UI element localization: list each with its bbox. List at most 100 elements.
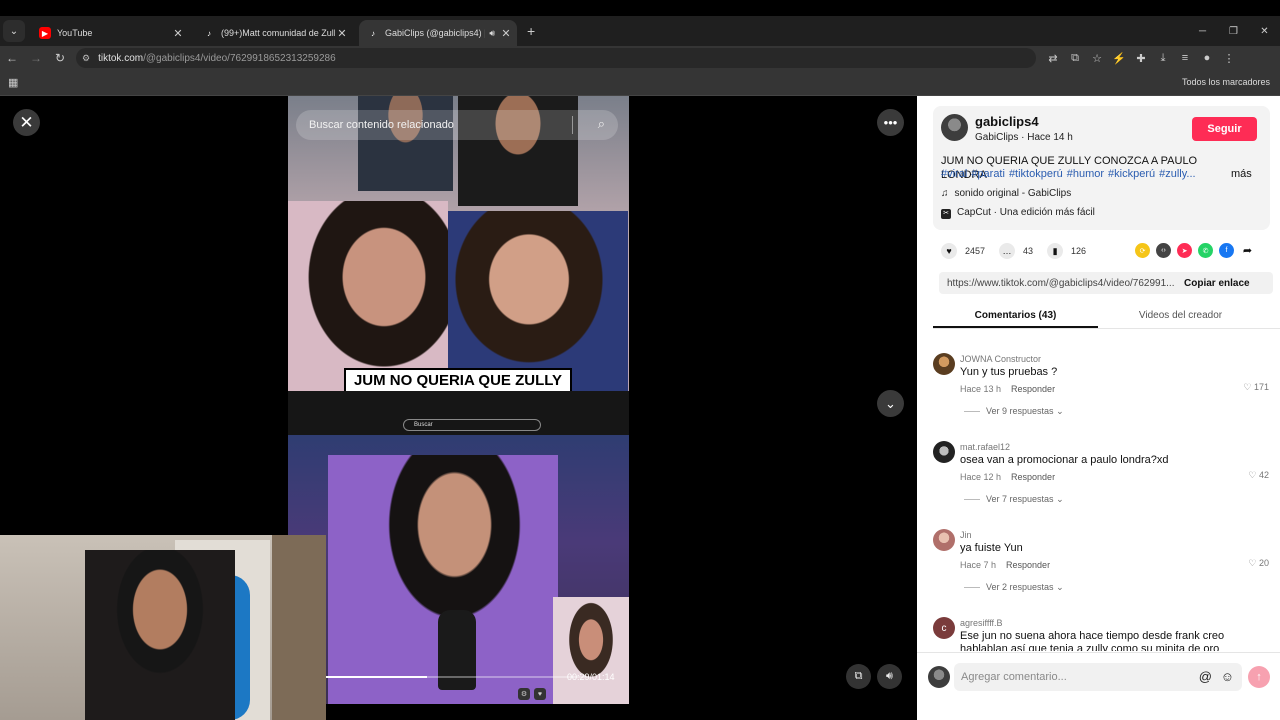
commenter-avatar[interactable]: [933, 441, 955, 463]
comment-text: ya fuiste Yun: [960, 542, 1023, 554]
comment-list: JOWNA Constructor Yun y tus pruebas ? Ha…: [933, 351, 1273, 651]
whatsapp-icon[interactable]: ✆: [1198, 243, 1213, 258]
mention-icon[interactable]: @: [1199, 663, 1212, 691]
view-replies-button[interactable]: Ver 9 respuestas ⌄: [964, 406, 1064, 417]
next-video-button[interactable]: ⌄: [877, 390, 904, 417]
follow-button[interactable]: Seguir: [1192, 117, 1257, 141]
send-to-friends-icon[interactable]: ➤: [1177, 243, 1192, 258]
tab-youtube[interactable]: ▶ YouTube ✕: [31, 20, 189, 46]
creator-subtitle: GabiClips · Hace 14 h: [975, 132, 1073, 143]
comment-input[interactable]: Agregar comentario... @ ☺: [954, 663, 1242, 691]
commenter-avatar[interactable]: [933, 529, 955, 551]
site-info-icon[interactable]: ⚙: [82, 53, 90, 64]
comment-item: mat.rafael12 osea van a promocionar a pa…: [933, 439, 1273, 527]
comment-icon[interactable]: …: [999, 243, 1016, 259]
embed-icon[interactable]: ‹›: [1156, 243, 1171, 258]
comment-like[interactable]: ♡ 171: [1243, 382, 1269, 393]
window-close-icon[interactable]: ✕: [1249, 16, 1280, 46]
hashtag-link[interactable]: #humor: [1067, 168, 1104, 180]
background-shelf: [272, 535, 326, 720]
tab-creator-videos[interactable]: Videos del creador: [1098, 303, 1263, 328]
like-icon[interactable]: ♥: [941, 243, 957, 259]
my-avatar[interactable]: [928, 666, 950, 688]
new-tab-button[interactable]: +: [527, 23, 535, 39]
back-icon[interactable]: ←: [0, 51, 24, 65]
search-icon[interactable]: ⌕: [598, 116, 605, 132]
repost-icon[interactable]: ⟳: [1135, 243, 1150, 258]
chevron-down-icon: ⌄: [1056, 494, 1064, 504]
capcut-link[interactable]: ✂ CapCut · Una edición más fácil: [941, 207, 1095, 219]
url-field[interactable]: ⚙ tiktok.com/@gabiclips4/video/762991865…: [76, 48, 1036, 68]
commenter-name[interactable]: agresiffff.B: [960, 618, 1003, 628]
forward-icon[interactable]: →: [24, 51, 48, 65]
more-description-button[interactable]: más: [1231, 168, 1252, 180]
facebook-icon[interactable]: f: [1219, 243, 1234, 258]
reply-button[interactable]: Responder: [1011, 472, 1055, 482]
send-comment-button[interactable]: ↑: [1248, 666, 1270, 688]
commenter-name[interactable]: Jin: [960, 530, 972, 540]
apps-grid-icon[interactable]: ▦: [8, 76, 18, 89]
emoji-icon[interactable]: ☺: [1221, 663, 1234, 691]
commenter-avatar[interactable]: [933, 353, 955, 375]
tab-comments[interactable]: Comentarios (43): [933, 303, 1098, 328]
puzzle-icon[interactable]: ✚: [1130, 52, 1152, 65]
picture-in-picture-button[interactable]: ⧉: [846, 664, 871, 689]
share-link-url[interactable]: https://www.tiktok.com/@gabiclips4/video…: [939, 278, 1179, 289]
bookmarks-bar: ▦ Todos los marcadores: [0, 70, 1280, 96]
profile-icon[interactable]: ●: [1196, 52, 1218, 65]
hashtag-link[interactable]: #zully...: [1159, 168, 1195, 180]
commenter-name[interactable]: mat.rafael12: [960, 442, 1010, 452]
chevron-down-icon: ⌄: [1056, 582, 1064, 592]
close-tab-icon[interactable]: ✕: [171, 27, 185, 40]
reply-button[interactable]: Responder: [1006, 560, 1050, 570]
creator-avatar[interactable]: [941, 114, 968, 141]
media-icon[interactable]: ≡: [1174, 52, 1196, 65]
close-tab-icon[interactable]: ✕: [335, 27, 349, 40]
volume-button[interactable]: 🔊︎: [877, 664, 902, 689]
copy-link-button[interactable]: Copiar enlace: [1184, 278, 1250, 289]
install-icon[interactable]: ⧉: [1064, 52, 1086, 65]
tab-gabiclips[interactable]: ♪ GabiClips (@gabiclips4) | Ti 🔊︎ ✕: [359, 20, 517, 46]
commenter-avatar[interactable]: c: [933, 617, 955, 639]
reload-icon[interactable]: ↻: [48, 51, 72, 65]
comment-like[interactable]: ♡ 42: [1248, 470, 1269, 481]
hashtag-link[interactable]: #kickperú: [1108, 168, 1155, 180]
related-search-input[interactable]: Buscar contenido relacionado ⌕: [296, 110, 618, 140]
view-replies-button[interactable]: Ver 2 respuestas ⌄: [964, 582, 1064, 593]
commenter-name[interactable]: JOWNA Constructor: [960, 354, 1041, 364]
bookmark-icon[interactable]: ▮: [1047, 243, 1064, 259]
view-replies-button[interactable]: Ver 7 respuestas ⌄: [964, 494, 1064, 505]
restore-icon[interactable]: ❐: [1218, 16, 1249, 46]
close-tab-icon[interactable]: ✕: [499, 27, 513, 40]
heart-icon: ♡: [1248, 558, 1257, 568]
video-player[interactable]: Buscar contenido relacionado ⌕ JUM NO QU…: [288, 96, 629, 704]
close-video-button[interactable]: ✕: [13, 109, 40, 136]
extension-icon[interactable]: ⚡: [1108, 52, 1130, 65]
reply-button[interactable]: Responder: [1011, 384, 1055, 394]
comment-count: 43: [1023, 246, 1034, 256]
like-small-icon[interactable]: ♥: [534, 688, 546, 700]
hashtag-link[interactable]: #parati: [971, 168, 1005, 180]
settings-icon[interactable]: ⚙: [518, 688, 530, 700]
tab-search-button[interactable]: ⌄: [3, 20, 25, 42]
share-arrow-icon[interactable]: ➦: [1240, 243, 1255, 258]
minimize-icon[interactable]: ─: [1187, 16, 1218, 46]
sound-link[interactable]: ♫ sonido original - GabiClips: [941, 188, 1071, 199]
download-icon[interactable]: ⤓: [1152, 52, 1174, 65]
comment-like[interactable]: ♡ 20: [1248, 558, 1269, 569]
capcut-label: CapCut · Una edición más fácil: [957, 207, 1095, 218]
translate-icon[interactable]: ⇄: [1042, 52, 1064, 65]
tab-matt-comunidad[interactable]: ♪ (99+)Matt comunidad de Zully ✕: [195, 20, 353, 46]
view-replies-label: Ver 2 respuestas: [986, 582, 1054, 592]
tiktok-icon: ♪: [207, 28, 211, 38]
more-options-button[interactable]: •••: [877, 109, 904, 136]
menu-icon[interactable]: ⋮: [1218, 52, 1240, 65]
star-icon[interactable]: ☆: [1086, 52, 1108, 65]
progress-bar[interactable]: [326, 676, 586, 678]
all-bookmarks[interactable]: Todos los marcadores: [1182, 77, 1270, 87]
comment-like-count: 20: [1258, 558, 1269, 568]
hashtag-link[interactable]: #tiktokperú: [1009, 168, 1063, 180]
speaker-icon[interactable]: 🔊︎: [489, 28, 495, 39]
hashtag-link[interactable]: #viral: [941, 168, 967, 180]
creator-username[interactable]: gabiclips4: [975, 114, 1039, 129]
